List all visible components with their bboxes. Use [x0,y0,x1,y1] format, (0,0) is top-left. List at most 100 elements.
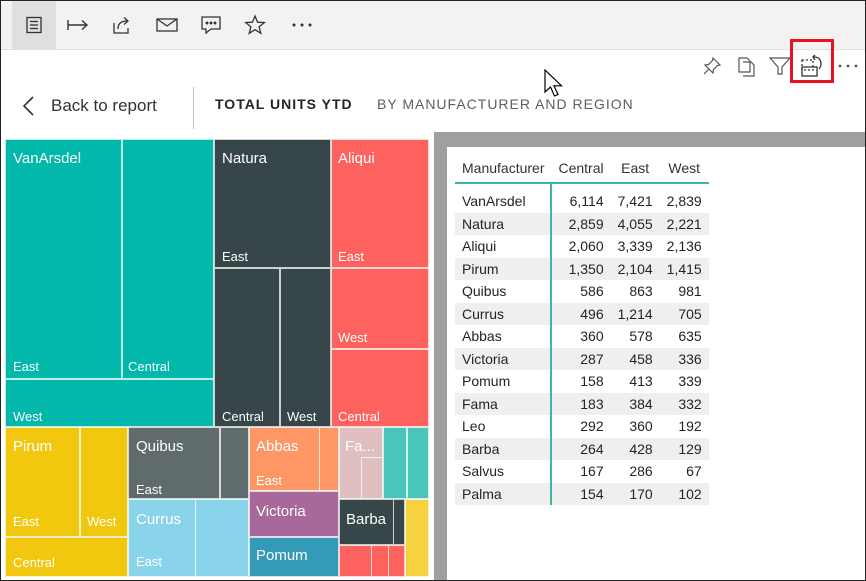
email-button[interactable] [150,1,184,49]
table-row[interactable]: Pomum 158 413 339 [455,370,709,393]
table-cell-manufacturer: Pirum [455,257,553,280]
table-cell-value: 458 [610,347,660,370]
visual-title: TOTAL UNITS YTD [215,96,353,112]
treemap-label-east: East [136,482,163,497]
table-cell-value: 183 [551,392,611,415]
table-cell-value: 413 [629,373,653,390]
table-cell-value: 154 [551,482,611,505]
treemap-visual[interactable]: VanArsdel East Central West Natura East … [5,139,429,577]
table-row[interactable]: Palma 154 170 102 [455,482,709,505]
table-cell-value: 336 [659,347,709,370]
pin-icon [703,56,722,75]
treemap-label-fama: Fa... [345,438,376,455]
treemap-cell-salvus-west[interactable] [407,427,429,499]
copy-visual-button[interactable] [733,53,759,79]
treemap-label-west: West [87,514,117,529]
treemap-label-central: Central [128,359,170,374]
share-icon [113,17,129,34]
treemap-label-central: Central [13,555,55,570]
treemap-label-east: East [338,249,365,264]
mouse-cursor-icon [544,68,566,104]
treemap-cell-salvus[interactable] [383,427,407,499]
column-header[interactable]: Central [551,154,611,184]
favorite-button[interactable] [238,1,272,49]
table-cell-value: 1,214 [610,302,660,325]
table-cell-manufacturer: Abbas [455,325,553,348]
visual-more-options-button[interactable] [835,53,861,79]
table-cell-value: 2,839 [666,193,702,210]
table-cell-value: 129 [659,437,709,460]
table-cell-manufacturer: VanArsdel [455,183,553,213]
table-row[interactable]: Salvus 167 286 67 [455,460,709,483]
table-cell-value: 863 [629,283,653,300]
table-cell-value: 7,421 [617,193,653,210]
table-cell-value: 586 [580,283,604,300]
table-cell-manufacturer: Quibus [455,280,553,303]
pin-visual-button[interactable] [699,53,725,79]
copy-icon [738,57,755,77]
treemap-cell-barba-west[interactable] [393,499,405,545]
more-options-icon [838,64,858,68]
power-bi-focus-mode: Back to report TOTAL UNITS YTD BY MANUFA… [0,0,866,581]
table-cell-value: 2,859 [551,212,611,235]
treemap-cell-palma[interactable] [405,499,429,577]
table-row[interactable]: Aliqui 2,060 3,339 2,136 [455,235,709,258]
table-row[interactable]: Leo 292 360 192 [455,415,709,438]
table-row[interactable]: Abbas 360 578 635 [455,325,709,348]
filter-icon [769,57,791,75]
table-row[interactable]: Quibus 586 863 981 [455,280,709,303]
treemap-label-vanarsdel: VanArsdel [13,150,82,167]
list-view-button[interactable] [12,1,56,49]
go-to-button[interactable] [61,1,95,49]
treemap-label-quibus: Quibus [136,438,184,455]
more-options-button[interactable] [285,1,319,49]
table-cell-value: 981 [678,283,702,300]
highlight-box [790,39,834,83]
list-view-icon [26,16,42,34]
column-header[interactable]: West [659,154,709,184]
table-cell-manufacturer: Fama [455,392,553,415]
treemap-cell-leo-central[interactable] [371,545,389,577]
treemap-label-east: East [136,554,163,569]
treemap-label-barba: Barba [346,511,387,528]
treemap-cell-abbas-west[interactable] [319,427,339,491]
comment-button[interactable] [194,1,228,49]
table-row[interactable]: Pirum 1,350 2,104 1,415 [455,257,709,280]
treemap-cell-fama-west[interactable] [361,457,383,499]
table-row[interactable]: Fama 183 384 332 [455,392,709,415]
treemap-cell-quibus-west[interactable] [220,427,249,499]
treemap-label-aliqui: Aliqui [338,150,375,167]
treemap-label-central: Central [222,409,264,424]
matrix-table[interactable]: Manufacturer Central East West VanArsdel… [455,154,709,505]
treemap-cell-natura-central[interactable] [214,268,280,427]
back-to-report-button[interactable]: Back to report [21,89,157,123]
treemap-label-west: West [287,409,317,424]
column-header[interactable]: East [610,154,660,184]
table-cell-value: 705 [659,302,709,325]
more-options-icon [292,23,312,27]
treemap-label-currus: Currus [136,511,182,528]
treemap-cell-vanarsdel-central[interactable] [122,139,214,379]
table-cell-value: 3,339 [617,238,653,255]
table-cell-manufacturer: Salvus [455,460,553,483]
table-cell-value: 4,055 [610,212,660,235]
table-row[interactable]: Currus 496 1,214 705 [455,302,709,325]
table-cell-value: 2,060 [568,238,604,255]
table-row[interactable]: Victoria 287 458 336 [455,347,709,370]
table-row[interactable]: Natura 2,859 4,055 2,221 [455,212,709,235]
treemap-cell-currus-west[interactable] [195,499,249,577]
table-row[interactable]: Barba 264 428 129 [455,437,709,460]
share-button[interactable] [105,1,139,49]
table-row[interactable]: VanArsdel 6,114 7,421 2,839 [455,183,709,213]
treemap-label-east: East [256,473,283,488]
treemap-cell-vanarsdel-east[interactable] [5,139,122,379]
top-toolbar [1,1,865,50]
table-cell-value: 6,114 [569,193,604,210]
column-header[interactable]: Manufacturer [455,154,552,184]
treemap-cell-natura-west[interactable] [280,268,331,427]
table-cell-value: 287 [551,347,611,370]
treemap-label-east: East [222,249,249,264]
table-cell-value: 496 [551,302,611,325]
table-cell-value: 192 [678,418,702,435]
treemap-label-natura: Natura [222,150,268,167]
